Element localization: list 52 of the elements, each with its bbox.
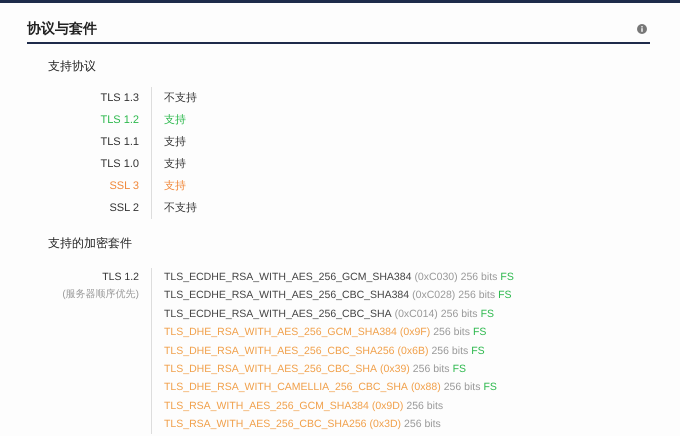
- section-title: 协议与套件: [27, 20, 97, 38]
- suite-code: (0x9F): [400, 325, 430, 340]
- support-status: 支持: [164, 135, 187, 150]
- subsection-heading: 支持的加密套件: [48, 235, 133, 252]
- forward-secrecy-tag: FS: [498, 286, 512, 305]
- suite-name: TLS_DHE_RSA_WITH_AES_256_GCM_SHA384: [164, 325, 397, 340]
- suite-code: (0xC014): [394, 306, 438, 322]
- subsection-heading: 支持协议: [48, 58, 97, 75]
- protocol-name: TLS 1.1: [100, 135, 139, 150]
- info-icon[interactable]: [637, 24, 647, 34]
- key-size: 256 bits: [404, 417, 441, 432]
- suite-code: (0x88): [410, 380, 441, 396]
- forward-secrecy-tag: FS: [480, 304, 494, 324]
- key-size: 256 bits: [444, 380, 480, 396]
- key-size: 256 bits: [412, 362, 450, 377]
- suite-name: TLS_DHE_RSA_WITH_AES_256_CBC_SHA256: [164, 344, 395, 359]
- suite-name: TLS_ECDHE_RSA_WITH_AES_256_GCM_SHA384: [164, 270, 412, 285]
- protocol-name: TLS 1.2: [100, 113, 139, 128]
- key-size: 256 bits: [440, 306, 478, 322]
- support-status: 不支持: [164, 91, 197, 106]
- suite-name: TLS_ECDHE_RSA_WITH_AES_256_CBC_SHA384: [164, 288, 410, 304]
- support-status: 不支持: [164, 201, 197, 216]
- suite-code: (0x6B): [398, 344, 428, 359]
- suite-code: (0x9D): [372, 398, 404, 414]
- suite-code: (0x3D): [370, 417, 402, 432]
- forward-secrecy-tag: FS: [452, 360, 466, 378]
- forward-secrecy-tag: FS: [471, 342, 485, 360]
- suite-name: TLS_ECDHE_RSA_WITH_AES_256_CBC_SHA: [164, 306, 392, 322]
- protocol-name: TLS 1.2: [102, 270, 139, 285]
- forward-secrecy-tag: FS: [472, 323, 486, 342]
- key-size: 256 bits: [431, 344, 468, 359]
- suite-name: TLS_RSA_WITH_AES_256_CBC_SHA256: [164, 417, 367, 432]
- protocol-name: TLS 1.3: [100, 91, 139, 106]
- support-status: 支持: [164, 157, 187, 172]
- suite-code: (0x39): [380, 362, 410, 377]
- support-status: 支持: [164, 113, 187, 128]
- key-size: 256 bits: [460, 270, 498, 285]
- key-size: 256 bits: [458, 288, 496, 304]
- suite-name: TLS_DHE_RSA_WITH_CAMELLIA_256_CBC_SHA: [164, 380, 408, 396]
- forward-secrecy-tag: FS: [483, 378, 497, 397]
- order-note: (服务器顺序优先): [62, 288, 139, 302]
- protocol-name: SSL 3: [109, 179, 139, 194]
- suite-code: (0xC030): [414, 270, 458, 285]
- protocol-name: SSL 2: [109, 201, 139, 216]
- key-size: 256 bits: [433, 325, 470, 340]
- protocol-name: TLS 1.0: [100, 157, 139, 172]
- suite-code: (0xC028): [412, 288, 456, 304]
- key-size: 256 bits: [406, 398, 444, 414]
- support-status: 支持: [164, 179, 187, 194]
- suite-name: TLS_DHE_RSA_WITH_AES_256_CBC_SHA: [164, 362, 378, 377]
- forward-secrecy-tag: FS: [500, 268, 514, 286]
- suite-name: TLS_RSA_WITH_AES_256_GCM_SHA384: [164, 398, 369, 414]
